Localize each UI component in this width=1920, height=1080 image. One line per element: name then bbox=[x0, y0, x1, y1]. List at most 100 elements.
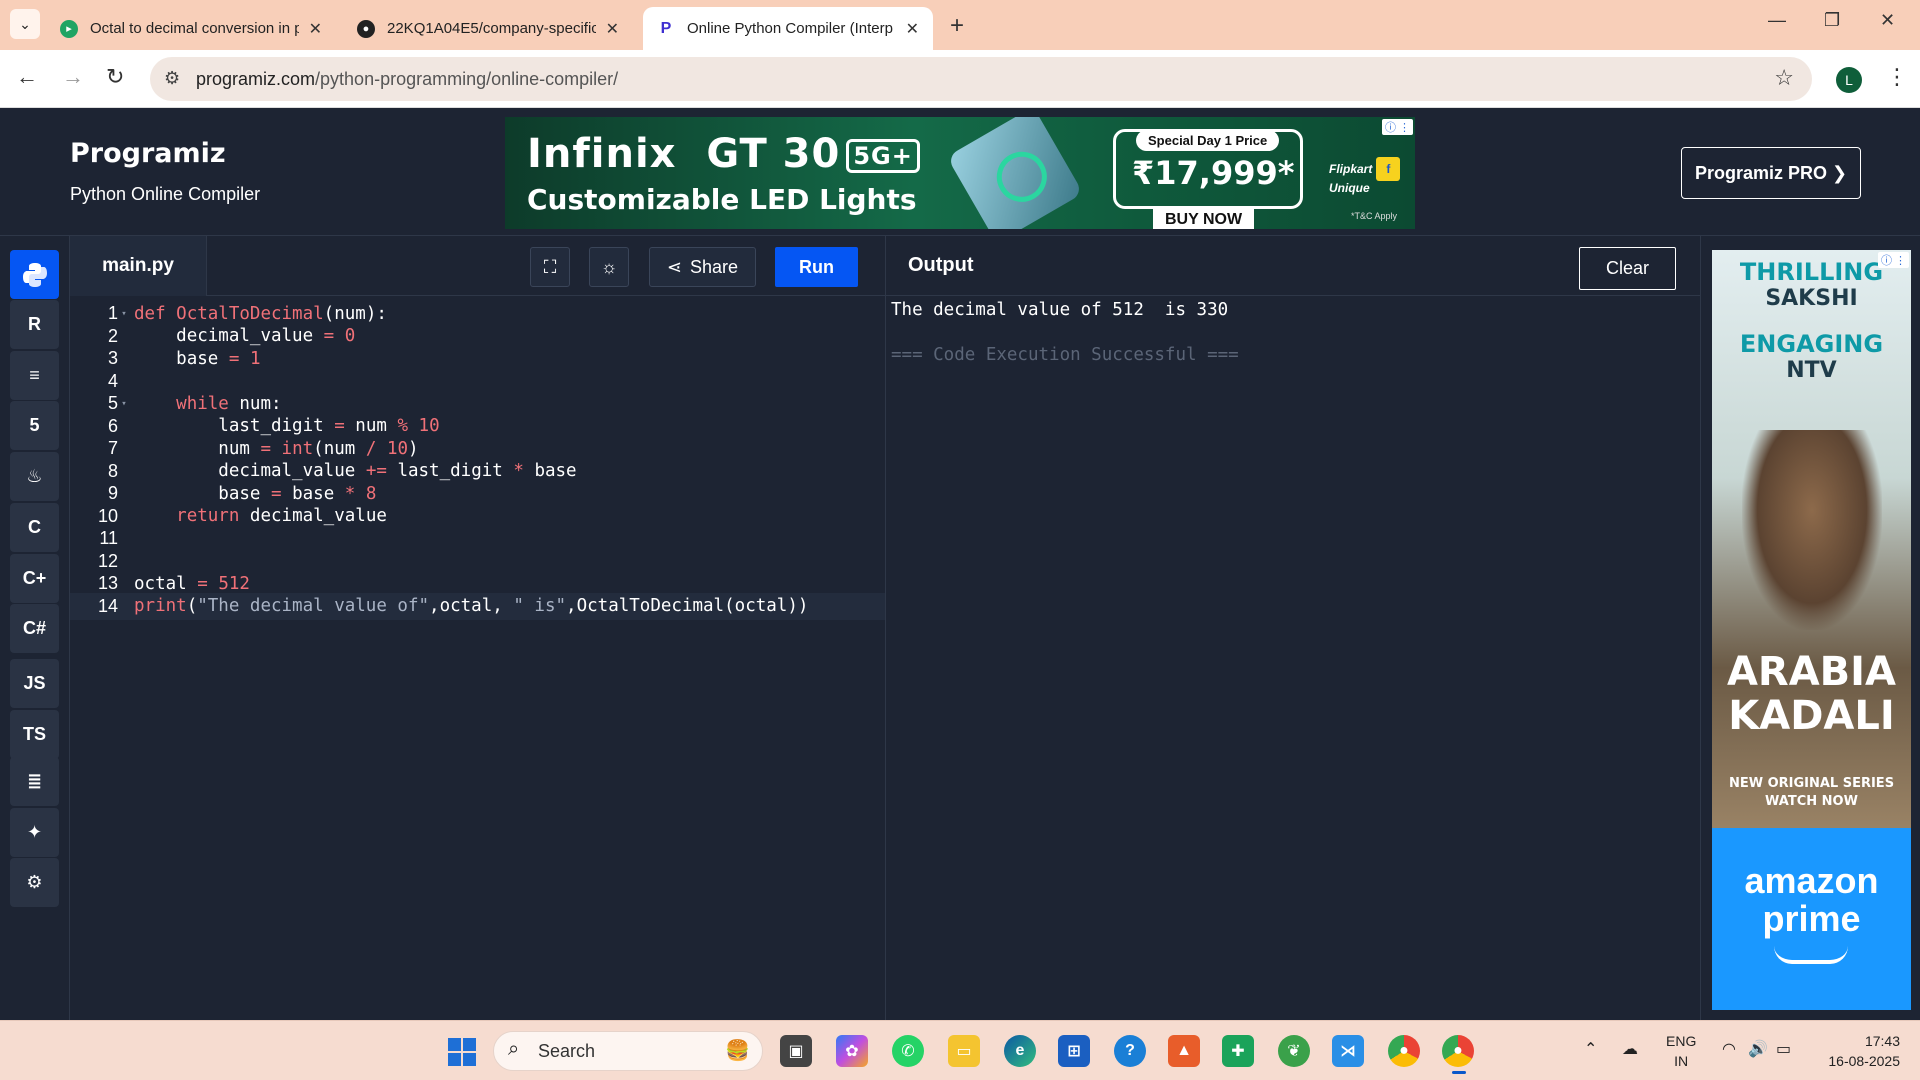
c-lang-icon[interactable]: C bbox=[10, 503, 59, 552]
whatsapp-icon[interactable]: ✆ bbox=[892, 1035, 924, 1067]
ad-line: ENGAGING bbox=[1739, 330, 1884, 358]
code-text: base = 1 bbox=[176, 348, 261, 369]
output-title: Output bbox=[908, 254, 974, 276]
task-view-icon[interactable]: ▣ bbox=[780, 1035, 812, 1067]
line-number: 12 bbox=[97, 550, 118, 571]
go-lang-icon[interactable]: ≣ bbox=[10, 757, 59, 806]
reload-icon[interactable]: ↻ bbox=[106, 64, 124, 90]
ad-banner[interactable]: Infinix GT 30 5G+ Customizable LED Lights… bbox=[505, 117, 1415, 229]
page-subtitle: Python Online Compiler bbox=[70, 184, 261, 204]
volume-icon[interactable]: 🔊 bbox=[1748, 1039, 1768, 1059]
site-header: Programiz Python Online Compiler Infinix… bbox=[0, 108, 1920, 236]
programiz-logo[interactable]: Programiz bbox=[70, 138, 226, 169]
input-language[interactable]: ENG IN bbox=[1666, 1031, 1696, 1071]
close-window-icon[interactable]: ✕ bbox=[1880, 10, 1895, 31]
file-tab-main[interactable]: main.py bbox=[70, 236, 207, 296]
battery-icon[interactable]: ▭ bbox=[1776, 1039, 1791, 1059]
search-placeholder: Search bbox=[538, 1040, 596, 1061]
onedrive-offline-icon[interactable]: ☁ bbox=[1622, 1039, 1638, 1059]
line-number: 9 bbox=[107, 483, 118, 504]
html5-icon[interactable]: 5 bbox=[10, 401, 59, 450]
swift-lang-icon[interactable]: ✦ bbox=[10, 808, 59, 857]
new-tab-icon[interactable]: + bbox=[950, 12, 964, 40]
chrome-profile-l-icon[interactable]: ● bbox=[1442, 1035, 1474, 1067]
code-text: num = int(num / 10) bbox=[218, 438, 419, 459]
csharp-lang-icon[interactable]: C# bbox=[10, 604, 59, 653]
code-text: def OctalToDecimal(num): bbox=[134, 303, 387, 324]
code-line[interactable]: 14 print("The decimal value of",octal, " … bbox=[70, 592, 885, 620]
side-ad[interactable]: THRILLING SAKSHI ENGAGING NTV ARABIA KAD… bbox=[1712, 250, 1911, 1010]
rust-lang-icon[interactable]: ⚙ bbox=[10, 858, 59, 907]
app-plus-icon[interactable]: ✚ bbox=[1222, 1035, 1254, 1067]
restore-icon[interactable]: ❐ bbox=[1824, 10, 1840, 31]
code-text: return decimal_value bbox=[176, 506, 387, 527]
active-app-indicator bbox=[1452, 1071, 1466, 1074]
code-editor[interactable]: 1 ▾ def OctalToDecimal(num): 2 decimal_valu… bbox=[70, 296, 885, 1020]
profile-avatar[interactable]: L bbox=[1836, 67, 1862, 93]
app-leaf-icon[interactable]: ❦ bbox=[1278, 1035, 1310, 1067]
ad-price: ₹17,999* bbox=[1132, 154, 1295, 192]
r-lang-icon[interactable]: R bbox=[10, 300, 59, 349]
shield-favicon-icon: ▸ bbox=[60, 19, 78, 38]
chrome-profile-p-icon[interactable]: ● bbox=[1388, 1035, 1420, 1067]
theme-toggle-icon[interactable]: ☼ bbox=[589, 247, 629, 287]
help-icon[interactable]: ? bbox=[1114, 1035, 1146, 1067]
line-number: 10 bbox=[97, 505, 118, 526]
python-lang-icon[interactable] bbox=[10, 250, 59, 299]
clear-button[interactable]: Clear bbox=[1579, 247, 1676, 290]
close-tab-icon[interactable]: ✕ bbox=[309, 19, 322, 39]
code-text: octal = 512 bbox=[134, 573, 250, 594]
show-hidden-icons-icon[interactable]: ⌃ bbox=[1584, 1039, 1597, 1059]
bookmark-star-icon[interactable]: ☆ bbox=[1774, 65, 1794, 91]
browser-tab-3-active[interactable]: P Online Python Compiler (Interp ✕ bbox=[643, 7, 933, 50]
minimize-icon[interactable]: — bbox=[1768, 10, 1786, 31]
close-tab-icon[interactable]: ✕ bbox=[906, 19, 919, 39]
url-text: programiz.com/python-programming/online-… bbox=[196, 68, 619, 89]
ad-price-box: Special Day 1 Price ₹17,999* bbox=[1113, 129, 1303, 209]
ad-terms: *T&C Apply bbox=[1351, 211, 1398, 221]
browser-tab-1[interactable]: ▸ Octal to decimal conversion in p ✕ bbox=[46, 7, 336, 50]
java-icon[interactable]: ♨ bbox=[10, 452, 59, 501]
file-explorer-icon[interactable]: ▭ bbox=[948, 1035, 980, 1067]
edge-icon[interactable]: e bbox=[1004, 1035, 1036, 1067]
back-icon[interactable]: ← bbox=[16, 64, 38, 90]
line-number: 6 bbox=[107, 415, 118, 436]
ad-info-icon[interactable]: ⓘ ⋮ bbox=[1877, 252, 1909, 268]
ad-line: SAKSHI bbox=[1765, 286, 1858, 311]
cpp-lang-icon[interactable]: C+ bbox=[10, 554, 59, 603]
share-button[interactable]: ⋖ Share bbox=[649, 247, 756, 287]
vscode-icon[interactable]: ⋊ bbox=[1332, 1035, 1364, 1067]
matlab-icon[interactable]: ▲ bbox=[1168, 1035, 1200, 1067]
ad-poster-figure bbox=[1742, 430, 1882, 630]
line-number: 1 bbox=[107, 303, 118, 324]
fullscreen-icon[interactable]: ⛶ bbox=[530, 247, 570, 287]
address-bar[interactable]: ⚙ programiz.com/python-programming/onlin… bbox=[150, 57, 1812, 101]
forward-icon[interactable]: → bbox=[62, 64, 84, 90]
system-clock[interactable]: 17:43 16-08-2025 bbox=[1814, 1031, 1900, 1071]
run-button[interactable]: Run bbox=[775, 247, 858, 287]
javascript-lang-icon[interactable]: JS bbox=[10, 659, 59, 708]
ad-buy-button[interactable]: BUY NOW bbox=[1153, 209, 1255, 229]
close-tab-icon[interactable]: ✕ bbox=[606, 19, 619, 39]
share-icon: ⋖ bbox=[666, 256, 683, 277]
taskbar-search[interactable]: ⌕ Search 🍔 bbox=[493, 1031, 763, 1071]
fold-arrow-icon[interactable]: ▾ bbox=[118, 399, 130, 409]
line-number: 7 bbox=[107, 438, 118, 459]
browser-menu-icon[interactable]: ⋮ bbox=[1886, 64, 1908, 90]
browser-tab-2[interactable]: ● 22KQ1A04E5/company-specific ✕ bbox=[343, 7, 633, 50]
output-line: The decimal value of 512 is 330 bbox=[891, 300, 1229, 320]
line-number: 8 bbox=[107, 460, 118, 481]
site-settings-icon[interactable]: ⚙ bbox=[164, 68, 180, 89]
ad-info-icon[interactable]: ⓘ ⋮ bbox=[1381, 119, 1413, 135]
fold-arrow-icon[interactable]: ▾ bbox=[118, 309, 130, 319]
copilot-icon[interactable]: ✿ bbox=[836, 1035, 868, 1067]
ad-line: NTV bbox=[1786, 358, 1837, 383]
programiz-pro-button[interactable]: Programiz PRO ❯ bbox=[1681, 147, 1861, 199]
typescript-lang-icon[interactable]: TS bbox=[10, 710, 59, 759]
windows-start-icon[interactable] bbox=[448, 1038, 476, 1066]
amazon-smile-icon bbox=[1774, 946, 1848, 964]
wifi-icon[interactable]: ◠ bbox=[1722, 1039, 1736, 1059]
microsoft-store-icon[interactable]: ⊞ bbox=[1058, 1035, 1090, 1067]
tab-search-button[interactable]: ⌄ bbox=[10, 9, 40, 39]
sql-database-icon[interactable]: ≡ bbox=[10, 351, 59, 400]
